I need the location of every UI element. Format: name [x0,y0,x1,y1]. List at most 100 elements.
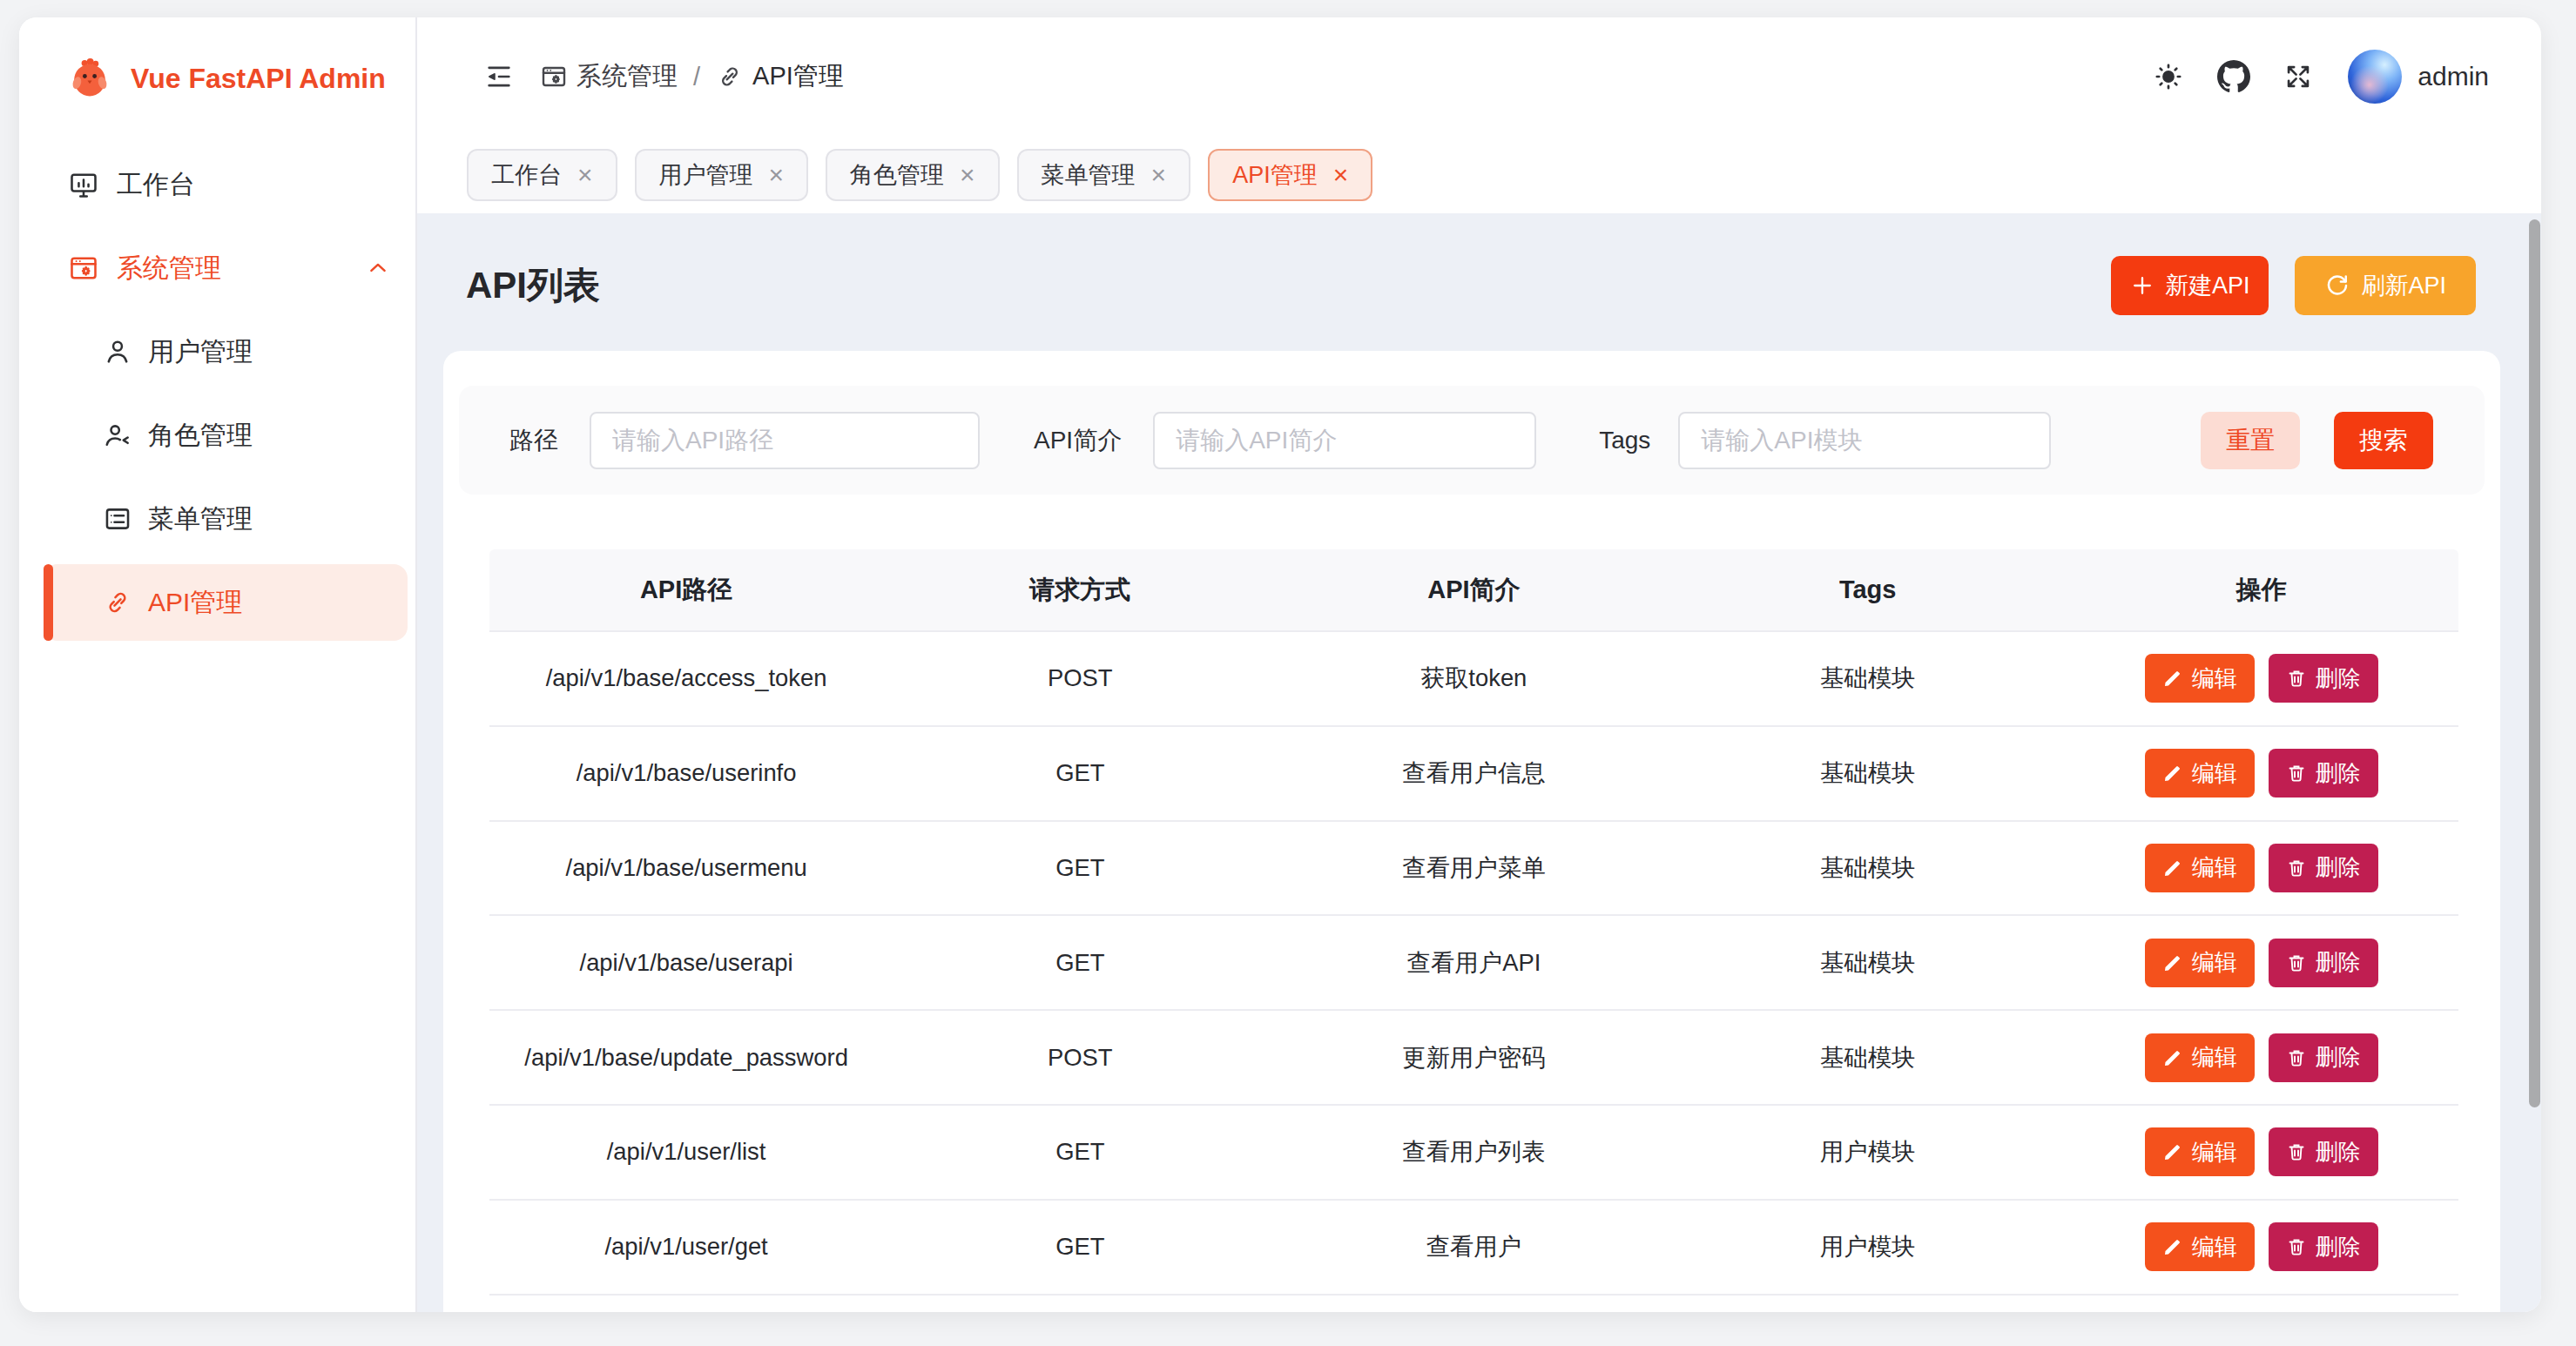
delete-label: 删除 [2316,1137,2361,1168]
tab-bar: 工作台× 用户管理× 角色管理 × 菜单管理× API管理 × [417,136,2541,213]
table-row: /api/v1/base/usermenu GET 查看用户菜单 基础模块 编辑… [489,822,2458,917]
page: Vue FastAPI Admin 工作台 [0,0,2576,1346]
github-icon[interactable] [2217,60,2250,93]
search-label: 搜索 [2359,424,2408,457]
edit-button[interactable]: 编辑 [2145,1222,2255,1271]
tags-input[interactable] [1678,412,2051,469]
tab-api[interactable]: API管理 × [1208,149,1372,201]
app-title: Vue FastAPI Admin [131,63,386,95]
cell-tag: 用户模块 [1671,1231,2065,1262]
scrollbar-thumb[interactable] [2529,219,2540,1107]
cell-path: /api/v1/base/update_password [489,1044,883,1072]
delete-button[interactable]: 删除 [2269,1033,2378,1082]
breadcrumb-current[interactable]: API管理 [716,59,844,94]
table-row: /api/v1/base/access_token POST 获取token 基… [489,632,2458,727]
tags-label: Tags [1599,427,1650,454]
delete-label: 删除 [2316,758,2361,789]
breadcrumb: 系统管理 / API管理 [540,59,844,94]
delete-button[interactable]: 删除 [2269,1127,2378,1176]
sidebar-item-label: 角色管理 [148,418,253,454]
avatar[interactable] [2348,50,2402,104]
reset-label: 重置 [2226,424,2275,457]
cell-path: /api/v1/base/userinfo [489,759,883,787]
app-window: Vue FastAPI Admin 工作台 [19,17,2541,1312]
tab-label: API管理 [1232,159,1318,191]
path-label: 路径 [509,424,558,457]
delete-button[interactable]: 删除 [2269,749,2378,798]
edit-label: 编辑 [2192,947,2237,978]
cell-tag: 基础模块 [1671,947,2065,979]
api-link-icon [103,588,132,617]
sidebar-item-system[interactable]: 系统管理 [44,230,408,306]
delete-button[interactable]: 删除 [2269,1222,2378,1271]
table-row: /api/v1/base/userapi GET 查看用户API 基础模块 编辑… [489,916,2458,1011]
sidebar: Vue FastAPI Admin 工作台 [19,17,417,1312]
delete-button[interactable]: 删除 [2269,939,2378,987]
fullscreen-icon[interactable] [2283,62,2313,91]
tab-workbench[interactable]: 工作台× [467,149,617,201]
edit-button[interactable]: 编辑 [2145,749,2255,798]
window-gear-icon [68,252,99,284]
trash-icon [2286,1236,2307,1257]
trash-icon [2286,668,2307,689]
path-input[interactable] [590,412,980,469]
role-icon [103,421,132,450]
cell-path: /api/v1/base/usermenu [489,854,883,882]
edit-button[interactable]: 编辑 [2145,844,2255,892]
summary-input[interactable] [1153,412,1536,469]
cell-method: GET [883,1233,1277,1261]
logo[interactable]: Vue FastAPI Admin [19,17,415,139]
pencil-icon [2162,668,2183,689]
username[interactable]: admin [2418,62,2489,91]
cell-tag: 用户模块 [1671,1136,2065,1168]
edit-button[interactable]: 编辑 [2145,939,2255,987]
close-icon[interactable]: × [577,162,593,188]
cell-tag: 基础模块 [1671,1042,2065,1073]
sidebar-item-label: API管理 [148,585,242,621]
close-icon[interactable]: × [1151,162,1167,188]
table-row: /api/v1/user/list GET 查看用户列表 用户模块 编辑 删除 [489,1106,2458,1201]
tab-menus[interactable]: 菜单管理× [1017,149,1191,201]
edit-label: 编辑 [2192,663,2237,694]
breadcrumb-parent[interactable]: 系统管理 [540,59,678,94]
theme-toggle-sun-icon[interactable] [2153,61,2184,92]
cell-path: /api/v1/base/userapi [489,949,883,977]
reset-button[interactable]: 重置 [2201,412,2300,469]
content: API列表 新建API [417,213,2541,1312]
header-actions: admin [2120,50,2489,104]
edit-button[interactable]: 编辑 [2145,1033,2255,1082]
sidebar-item-roles[interactable]: 角色管理 [44,397,408,474]
breadcrumb-separator: / [693,63,700,91]
edit-button[interactable]: 编辑 [2145,654,2255,703]
cell-method: POST [883,1044,1277,1072]
page-title: API列表 [466,261,600,310]
trash-icon [2286,1141,2307,1162]
close-icon[interactable]: × [769,162,785,188]
delete-label: 删除 [2316,663,2361,694]
column-header: API路径 [489,573,883,608]
tab-roles[interactable]: 角色管理 × [826,149,1000,201]
refresh-icon [2324,273,2350,299]
cell-path: /api/v1/user/get [489,1233,883,1261]
cell-method: GET [883,854,1277,882]
edit-button[interactable]: 编辑 [2145,1127,2255,1176]
sidebar-menu: 工作台 系统管理 [19,146,415,641]
search-button[interactable]: 搜索 [2334,412,2433,469]
sidebar-item-menus[interactable]: 菜单管理 [44,481,408,557]
delete-button[interactable]: 删除 [2269,844,2378,892]
delete-button[interactable]: 删除 [2269,654,2378,703]
header: 系统管理 / API管理 [417,17,2541,136]
collapse-sidebar-icon[interactable] [484,62,514,91]
close-icon[interactable]: × [960,162,975,188]
refresh-api-button[interactable]: 刷新API [2295,256,2476,315]
pencil-icon [2162,1047,2183,1068]
close-icon[interactable]: × [1333,162,1349,188]
sidebar-item-api[interactable]: API管理 [44,564,408,641]
sidebar-item-workbench[interactable]: 工作台 [44,146,408,223]
cell-method: GET [883,949,1277,977]
create-api-button[interactable]: 新建API [2111,256,2269,315]
tab-label: 角色管理 [850,159,944,191]
sidebar-item-users[interactable]: 用户管理 [44,313,408,390]
tab-users[interactable]: 用户管理× [635,149,809,201]
monitor-icon [68,169,99,200]
